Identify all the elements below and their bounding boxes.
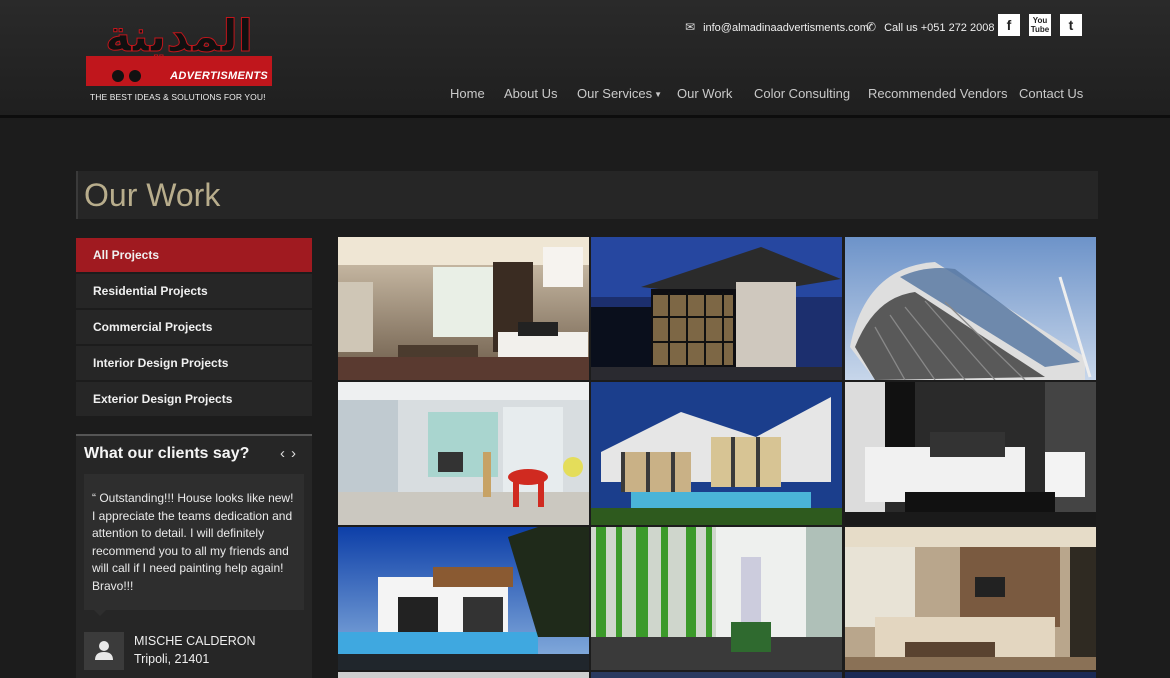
testimonial-nav: ‹ › [274,445,296,462]
house-pool-dusk-photo[interactable] [591,382,842,525]
logo-arabic-text: المدينة [105,11,254,62]
page-title: Our Work [84,177,221,213]
villa-pool-photo[interactable] [338,527,589,670]
nav-home[interactable]: Home [450,86,485,101]
filter-all-projects[interactable]: All Projects [76,238,312,272]
chevron-left-icon[interactable]: ‹ [280,445,285,462]
white-interior-photo[interactable] [338,382,589,525]
green-glass-photo[interactable] [591,527,842,670]
contact-phone[interactable]: ✆ Call us +051 272 2008 [866,20,994,34]
project-filters: All Projects Residential Projects Commer… [76,238,312,418]
filter-exterior-design-projects[interactable]: Exterior Design Projects [76,382,312,416]
twitter-icon[interactable]: t [1060,14,1082,36]
gallery-tile-partial[interactable] [338,672,589,678]
nav-about-us[interactable]: About Us [504,86,557,101]
quote-pointer [94,610,106,616]
phone-icon: ✆ [866,20,877,34]
filter-interior-design-projects[interactable]: Interior Design Projects [76,346,312,380]
gallery-tile-partial[interactable] [591,672,842,678]
modern-house-night-photo[interactable] [591,237,842,380]
nav-our-services[interactable]: Our Services ▼ [577,86,662,101]
nav-color-consulting[interactable]: Color Consulting [754,86,850,101]
contact-email[interactable]: ✉ info@almadinaadvertisments.com [685,20,869,34]
testimonial-quote-box: “ Outstanding!!! House looks like new! I… [84,474,304,610]
envelope-icon: ✉ [685,20,696,34]
chevron-right-icon[interactable]: › [291,445,296,462]
logo-dots [112,69,146,87]
site-header: المدينة ADVERTISMENTS THE BEST IDEAS & S… [0,0,1170,118]
white-sofa-photo[interactable] [845,382,1096,525]
testimonial-quote: “ Outstanding!!! House looks like new! I… [92,491,294,593]
project-gallery [338,237,1098,678]
phone-text: Call us +051 272 2008 [884,22,995,34]
nav-contact-us[interactable]: Contact Us [1019,86,1083,101]
curved-building-photo[interactable] [845,237,1096,380]
page-title-bar: Our Work [76,171,1098,219]
client-name: MISCHE CALDERON [134,634,256,648]
filter-residential-projects[interactable]: Residential Projects [76,274,312,308]
beige-living-room-photo[interactable] [845,527,1096,670]
client-location: Tripoli, 21401 [134,652,210,666]
nav-our-work[interactable]: Our Work [677,86,732,101]
gallery-tile-partial[interactable] [845,672,1096,678]
user-avatar-icon [84,632,124,670]
youtube-icon[interactable]: You Tube [1029,14,1051,36]
interior-living-room-photo[interactable] [338,237,589,380]
filter-commercial-projects[interactable]: Commercial Projects [76,310,312,344]
caret-down-icon: ▼ [654,90,663,100]
email-text: info@almadinaadvertisments.com [703,22,869,34]
testimonial-widget: What our clients say? ‹ › “ Outstanding!!… [76,434,312,678]
facebook-icon[interactable]: f [998,14,1020,36]
nav-our-services-label: Our Services [577,86,653,101]
main-nav: Home About Us Our Services ▼ Our Work Col… [0,86,1170,104]
logo-bar: ADVERTISMENTS [86,56,272,86]
testimonial-heading: What our clients say? [84,445,250,462]
nav-recommended-vendors[interactable]: Recommended Vendors [868,86,1007,101]
logo-brand: ADVERTISMENTS [170,70,268,82]
